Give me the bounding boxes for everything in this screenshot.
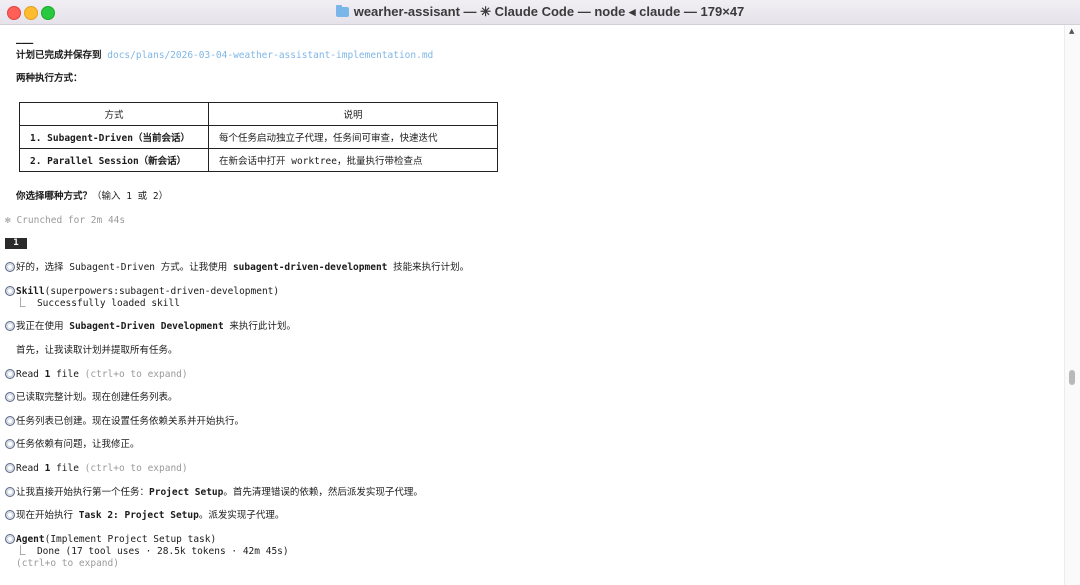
bullet-icon (5, 392, 15, 402)
agent-call[interactable]: Agent(Implement Project Setup task) (16, 534, 216, 546)
assistant-message: 让我直接开始执行第一个任务：Project Setup。首先清理错误的依赖，然后… (16, 487, 423, 499)
question-line: 你选择哪种方式？（输入 1 或 2） (16, 191, 168, 203)
bullet-icon (5, 262, 15, 272)
assistant-message: 好的，选择 Subagent-Driven 方式。让我使用 subagent-d… (16, 262, 469, 274)
bullet-icon (5, 463, 15, 473)
user-input-badge: 1 (5, 238, 27, 249)
modes-heading: 两种执行方式： (16, 73, 83, 84)
table-header-mode: 方式 (19, 102, 209, 126)
read-label: Read (16, 369, 45, 380)
expand-hint: (ctrl+o to expand) (84, 463, 188, 474)
read-file-label: file (50, 463, 85, 474)
bullet-icon (5, 510, 15, 520)
message-text: 我正在使用 (16, 321, 70, 332)
assistant-message: 任务列表已创建。现在设置任务依赖关系并开始执行。 (16, 416, 245, 427)
plan-path-link[interactable]: docs/plans/2026-03-04-weather-assistant-… (107, 50, 433, 61)
plan-saved-line: 计划已完成并保存到 docs/plans/2026-03-04-weather-… (16, 50, 433, 62)
table-row: 2. Parallel Session（新会话） 在新会话中打开 worktre… (19, 148, 498, 172)
plan-saved-label: 计划已完成并保存到 (16, 50, 102, 61)
assistant-message: 已读取完整计划。现在创建任务列表。 (16, 392, 178, 403)
bullet-icon (5, 534, 15, 544)
table-cell-mode: 2. Parallel Session（新会话） (19, 148, 209, 172)
skill-call-name: Skill (16, 286, 45, 297)
agent-result: ⎿ Done (17 tool uses · 28.5k tokens · 42… (16, 546, 289, 557)
message-text: 来执行此计划。 (223, 321, 296, 332)
scroll-up-arrow-icon[interactable]: ▲ (1069, 27, 1074, 35)
read-label: Read (16, 463, 45, 474)
message-text: 。首先清理错误的依赖，然后派发实现子代理。 (223, 487, 423, 498)
title-bar[interactable]: wearher-assisant — ✳ Claude Code — node … (0, 0, 1080, 25)
message-text: 让我直接开始执行第一个任务： (16, 487, 150, 498)
table-header-row: 方式 说明 (19, 102, 498, 126)
bullet-icon (5, 487, 15, 497)
folder-icon (335, 5, 349, 17)
bottom-fade (0, 573, 1064, 585)
message-emphasis: Subagent-Driven Development (69, 321, 224, 332)
message-emphasis: Task 2: Project Setup (78, 510, 199, 521)
agent-call-args: (Implement Project Setup task) (44, 534, 217, 545)
table-row: 1. Subagent-Driven（当前会话） 每个任务启动独立子代理，任务间… (19, 125, 498, 149)
question-text: 你选择哪种方式？ (16, 191, 93, 202)
message-text: 。派发实现子代理。 (198, 510, 285, 521)
table-header-description: 说明 (208, 102, 498, 126)
message-text: 技能来执行计划。 (387, 262, 470, 273)
message-skill-name: subagent-driven-development (232, 262, 388, 273)
window-title: wearher-assisant — ✳ Claude Code — node … (0, 4, 1080, 20)
agent-call-name: Agent (16, 534, 45, 545)
separator: ——— (16, 38, 34, 49)
assistant-message: 任务依赖有问题，让我修正。 (16, 439, 140, 450)
message-emphasis: Project Setup (149, 487, 224, 498)
question-hint: （输入 1 或 2） (92, 191, 169, 202)
skill-result: ⎿ Successfully loaded skill (16, 298, 180, 309)
read-tool-call[interactable]: Read 1 file (ctrl+o to expand) (16, 369, 188, 381)
expand-hint: (ctrl+o to expand) (16, 558, 119, 569)
read-file-label: file (50, 369, 85, 380)
scrollbar-thumb[interactable] (1069, 370, 1075, 385)
table-cell-description: 每个任务启动独立子代理，任务间可审查，快速迭代 (208, 125, 498, 149)
assistant-message: 我正在使用 Subagent-Driven Development 来执行此计划… (16, 321, 296, 333)
expand-hint: (ctrl+o to expand) (84, 369, 188, 380)
bullet-icon (5, 286, 15, 296)
assistant-message: 首先，让我读取计划并提取所有任务。 (16, 345, 178, 356)
terminal-window: wearher-assisant — ✳ Claude Code — node … (0, 0, 1080, 585)
skill-call-args: (superpowers:subagent-driven-development… (44, 286, 280, 297)
assistant-message: 现在开始执行 Task 2: Project Setup。派发实现子代理。 (16, 510, 284, 522)
crunched-status: ✻ Crunched for 2m 44s (5, 215, 126, 226)
table-cell-mode: 1. Subagent-Driven（当前会话） (19, 125, 209, 149)
vertical-scrollbar[interactable]: ▲ (1064, 25, 1080, 585)
execution-modes-table: 方式 说明 1. Subagent-Driven（当前会话） 每个任务启动独立子… (19, 102, 498, 172)
table-cell-description: 在新会话中打开 worktree，批量执行带检查点 (208, 148, 498, 172)
read-tool-call[interactable]: Read 1 file (ctrl+o to expand) (16, 463, 188, 475)
bullet-icon (5, 321, 15, 331)
bullet-icon (5, 416, 15, 426)
skill-call[interactable]: Skill(superpowers:subagent-driven-develo… (16, 286, 279, 298)
message-text: 好的，选择 Subagent-Driven 方式。让我使用 (16, 262, 233, 273)
bullet-icon (5, 439, 15, 449)
window-title-text: wearher-assisant — ✳ Claude Code — node … (353, 4, 745, 19)
bullet-icon (5, 369, 15, 379)
message-text: 现在开始执行 (16, 510, 79, 521)
